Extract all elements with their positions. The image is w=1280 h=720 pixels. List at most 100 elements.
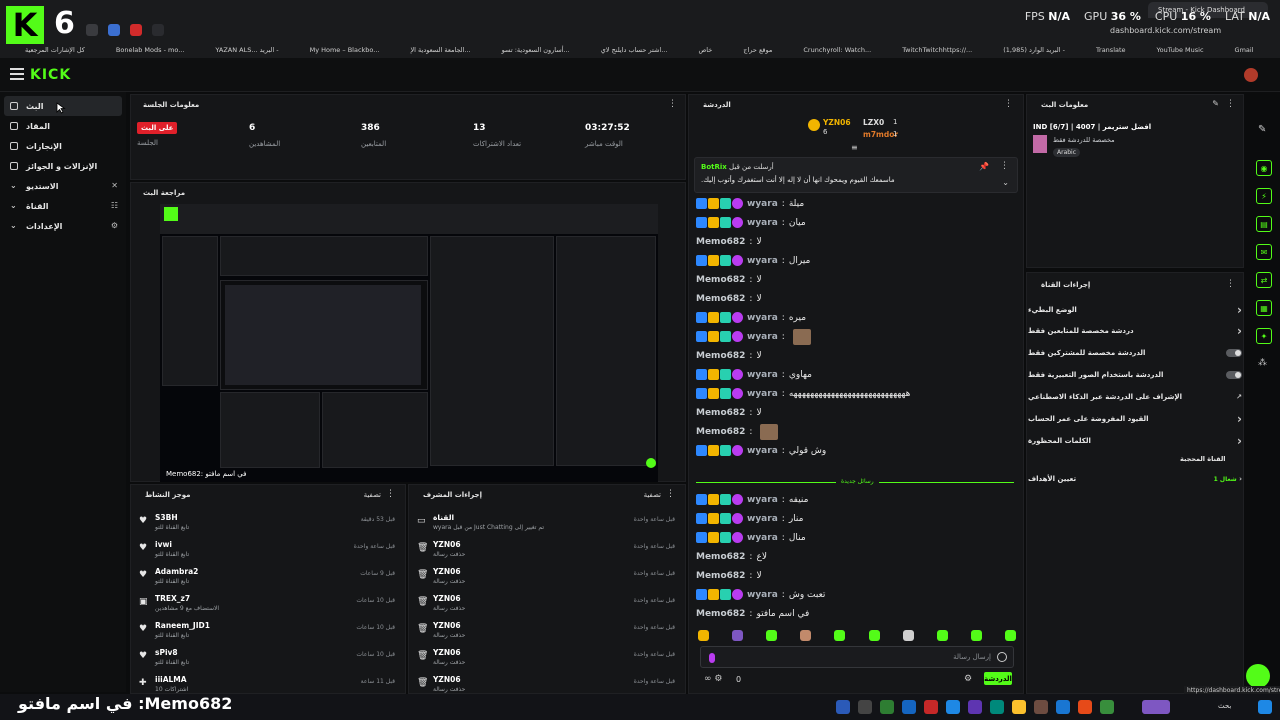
list-item[interactable]: ▭ القناة wyara من قبل Just Chatting تم تغي… [409, 509, 685, 536]
more-options-icon[interactable]: ⋮ [386, 489, 395, 499]
channel-setting-row[interactable]: القيود المفروضة على عمر الحساب › [1028, 409, 1242, 429]
bookmark-item[interactable]: Translate [1096, 46, 1126, 54]
bookmark-item[interactable]: كل الإشارات المرجعية [25, 46, 85, 54]
chat-username[interactable]: wyara [747, 218, 778, 228]
bookmark-item[interactable]: البريد الوارد (1,985) - [1003, 46, 1065, 54]
list-item-name[interactable]: S3BH [155, 513, 178, 522]
emote-icon[interactable] [936, 630, 948, 641]
chat-username[interactable]: wyara [747, 389, 778, 399]
chat-username[interactable]: wyara [747, 332, 778, 342]
list-item[interactable]: 🗑 YZN06 حذفت رسالة قبل ساعة واحدة [409, 536, 685, 563]
rail-button-6[interactable]: ▦ [1256, 300, 1272, 316]
list-item-name[interactable]: Adambra2 [155, 567, 198, 576]
rail-button-2[interactable]: ⚡ [1256, 188, 1272, 204]
taskbar-app-icon[interactable] [836, 700, 850, 714]
sidebar-item-2[interactable]: المقاد [0, 116, 126, 136]
chat-message[interactable]: لا: Memo682 [696, 346, 1016, 365]
chat-message[interactable]: لا: Memo682 [696, 270, 1016, 289]
chat-username[interactable]: wyara [747, 370, 778, 380]
channel-setting-row[interactable]: الدردشة باستخدام الصور التعبيرية فقط [1028, 365, 1242, 385]
more-options-icon[interactable]: ⋮ [1000, 161, 1009, 171]
list-item-name[interactable]: YZN06 [433, 675, 461, 684]
list-item[interactable]: ♥ ivwi تابع القناة للتو قبل ساعة واحدة [131, 536, 405, 563]
emoji-icon[interactable] [997, 652, 1007, 662]
external-link-icon[interactable]: ↗ [1236, 393, 1242, 401]
category-name[interactable]: مخصصة للدردشة فقط [1053, 136, 1115, 144]
edit-icon[interactable]: ✎ [1212, 99, 1219, 108]
chat-message[interactable]: تعبت وش: wyara [696, 585, 1016, 604]
more-options-icon[interactable]: ⋮ [668, 99, 677, 109]
settings-icons[interactable]: ∞ ⚙ [704, 674, 722, 684]
bookmark-item[interactable]: خاص [698, 46, 712, 54]
taskbar-search[interactable]: بحث [1218, 702, 1231, 710]
chat-username[interactable]: wyara [747, 514, 778, 524]
edit-icon[interactable]: ✎ [1258, 124, 1266, 135]
sidebar-item-achievements[interactable]: الإنجازات [0, 136, 126, 156]
sidebar-item-drops[interactable]: الإنزالات و الجوائز [0, 156, 126, 176]
taskbar-app-icon[interactable] [1100, 700, 1114, 714]
chat-message[interactable]: لا: Memo682 [696, 232, 1016, 251]
emote-icon[interactable] [800, 630, 812, 641]
rail-button-4[interactable]: ✉ [1256, 244, 1272, 260]
chat-username[interactable]: Memo682 [696, 609, 745, 619]
rail-button-7[interactable]: ✦ [1256, 328, 1272, 344]
rail-button-1[interactable]: ◉ [1256, 160, 1272, 176]
chat-username[interactable]: wyara [747, 199, 778, 209]
chat-message[interactable]: ميان: wyara [696, 213, 1016, 232]
chat-message[interactable]: ميره: wyara [696, 308, 1016, 327]
windows-start-icon[interactable] [1258, 700, 1272, 714]
bookmark-item[interactable]: Gmail [1235, 46, 1254, 54]
bookmark-item[interactable]: موقع حراج [743, 46, 772, 54]
rail-button-5[interactable]: ⇄ [1256, 272, 1272, 288]
list-item[interactable]: ♥ S3BH تابع القناة للتو قبل 53 دقيقة [131, 509, 405, 536]
emote-icon[interactable] [732, 630, 744, 641]
chat-username[interactable]: Memo682 [696, 552, 745, 562]
chevron-right-icon[interactable]: › [1237, 434, 1242, 448]
stream-preview[interactable]: Memo682: في اسم مافتو [160, 204, 658, 482]
chat-username[interactable]: Memo682 [696, 294, 745, 304]
chevron-down-icon[interactable]: ⌄ [1002, 178, 1009, 187]
chat-message[interactable]: : Memo682 [696, 422, 1016, 441]
chat-message[interactable]: منيفه: wyara [696, 490, 1016, 509]
expand-icon[interactable]: ≡ [851, 143, 858, 152]
chat-username[interactable]: wyara [747, 590, 778, 600]
chat-username[interactable]: wyara [747, 495, 778, 505]
more-options-icon[interactable]: ⋮ [1226, 99, 1235, 109]
toggle-switch[interactable] [1226, 349, 1242, 357]
list-item-name[interactable]: sPiv8 [155, 648, 178, 657]
filter-button[interactable]: تصفية [364, 491, 381, 499]
chat-username[interactable]: wyara [747, 533, 778, 543]
mic-icon[interactable] [709, 653, 715, 663]
url-bar[interactable]: dashboard.kick.com/stream [1110, 26, 1221, 35]
emote-icon[interactable] [766, 630, 778, 641]
menu-icon[interactable] [10, 68, 24, 80]
taskbar-app-icon[interactable] [1056, 700, 1070, 714]
chat-message[interactable]: : wyara [696, 327, 1016, 346]
taskbar-app-icon[interactable] [1034, 700, 1048, 714]
star-icon[interactable] [152, 24, 164, 36]
list-item-name[interactable]: YZN06 [433, 540, 461, 549]
chat-message[interactable]: منال: wyara [696, 528, 1016, 547]
support-bubble-icon[interactable] [1246, 664, 1270, 688]
emote-icon[interactable] [1004, 630, 1016, 641]
taskbar-app-icon[interactable] [968, 700, 982, 714]
list-item-name[interactable]: YZN06 [433, 648, 461, 657]
chevron-right-icon[interactable]: › [1237, 412, 1242, 426]
chat-username[interactable]: wyara [747, 446, 778, 456]
chat-message[interactable]: لا: Memo682 [696, 566, 1016, 585]
taskbar-widget[interactable] [1142, 700, 1170, 714]
chat-username[interactable]: Memo682 [696, 571, 745, 581]
chat-message[interactable]: وش قولي: wyara [696, 441, 1016, 460]
chat-username[interactable]: Memo682 [696, 408, 745, 418]
leader-2-name[interactable]: LZX0 [863, 118, 884, 127]
list-item-name[interactable]: iiiALMA [155, 675, 187, 684]
list-item[interactable]: ♥ Raneem_JID1 تابع القناة للتو قبل 10 ساعات [131, 617, 405, 644]
filter-button[interactable]: تصفية [644, 491, 661, 499]
taskbar-app-icon[interactable] [924, 700, 938, 714]
gear-icon[interactable]: ⚙ [964, 674, 972, 684]
share-icon[interactable]: ⁂ [1258, 358, 1267, 368]
bookmark-item[interactable]: Crunchyroll: Watch... [803, 46, 871, 54]
bookmark-item[interactable]: YouTube Music [1157, 46, 1204, 54]
list-item-name[interactable]: Raneem_JID1 [155, 621, 210, 630]
chat-username[interactable]: Memo682 [696, 351, 745, 361]
